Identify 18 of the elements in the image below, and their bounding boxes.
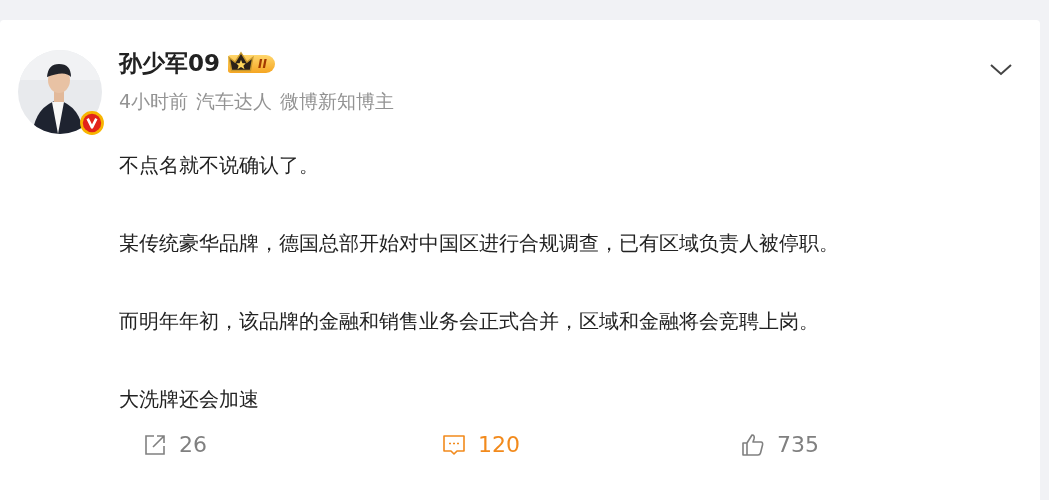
author-name[interactable]: 孙少军09 — [119, 48, 220, 79]
verified-icon — [79, 110, 105, 136]
share-icon — [143, 432, 167, 457]
action-button[interactable]: 735 — [741, 432, 1040, 457]
level-badge[interactable]: II — [228, 54, 275, 73]
comment-icon — [442, 432, 466, 457]
action-button[interactable]: 120 — [442, 432, 741, 457]
action-button[interactable]: 26 — [143, 432, 442, 457]
post-paragraph: 大洗牌还会加速 — [119, 386, 260, 412]
post-time[interactable]: 4小时前 — [119, 89, 189, 115]
post-paragraph: 而明年年初，该品牌的金融和销售业务会正式合并，区域和金融将会竞聘上岗。 — [119, 308, 820, 334]
post-paragraph: 不点名就不说确认了。 — [119, 152, 320, 178]
crown-icon — [228, 49, 254, 72]
author-tag: 汽车达人 — [196, 89, 273, 115]
post-paragraph: 某传统豪华品牌，德国总部开始对中国区进行合规调查，已有区域负责人被停职。 — [119, 230, 840, 256]
chevron-down-icon[interactable] — [990, 64, 1012, 76]
author-tag: 微博新知博主 — [280, 89, 395, 115]
thumbs-up-icon — [741, 432, 765, 457]
